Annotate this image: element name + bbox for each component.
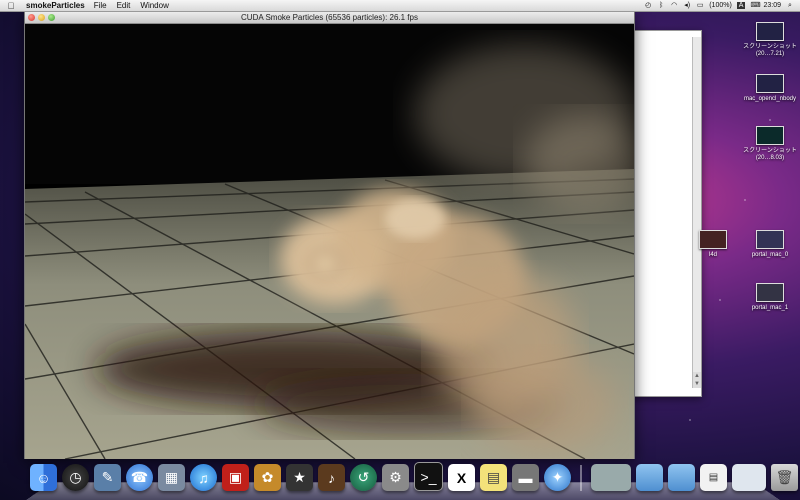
folder-icon[interactable] [636, 464, 663, 491]
document-icon[interactable]: ▤ [700, 464, 727, 491]
smoke-particles-window[interactable]: CUDA Smoke Particles (65536 particles): … [24, 11, 635, 459]
iphoto-icon[interactable]: ✿ [254, 464, 281, 491]
time-machine-icon[interactable]: ◴ [644, 2, 652, 10]
desktop-icon-l4d[interactable]: l4d [681, 230, 745, 259]
desktop-icon-label: l4d [708, 252, 717, 258]
time-machine-icon[interactable]: ↺ [350, 464, 377, 491]
dock-separator [580, 465, 582, 491]
desktop-icon-portal-1[interactable]: portal_mac_1 [738, 283, 800, 312]
desktop-icon-opencl-nbody[interactable]: mac_opencl_nbody [738, 74, 800, 103]
keyboard-icon[interactable]: ⌨ [750, 2, 760, 10]
volume-icon[interactable]: ◂) [683, 2, 691, 10]
trash-icon[interactable]: 🗑 [771, 464, 798, 491]
dashboard-icon[interactable]: ◷ [62, 464, 89, 491]
x11-icon[interactable]: X [448, 464, 475, 491]
battery-icon[interactable]: ▭ [696, 2, 704, 10]
stickies-icon[interactable]: ▤ [480, 464, 507, 491]
scroll-down-icon[interactable]: ▼ [693, 380, 701, 388]
menu-app-name[interactable]: smokeParticles [26, 1, 85, 10]
apple-menu-icon[interactable]:  [4, 1, 18, 11]
menu-file[interactable]: File [94, 1, 107, 10]
screenshot-icon [756, 22, 784, 41]
menu-edit[interactable]: Edit [117, 1, 131, 10]
screenshot-icon [756, 283, 784, 302]
vertical-scrollbar[interactable]: ▲ ▼ [692, 37, 701, 388]
zoom-button[interactable] [48, 14, 55, 21]
imovie-icon[interactable]: ★ [286, 464, 313, 491]
finder-window-icon[interactable] [732, 464, 766, 491]
itunes-icon[interactable]: ♫ [190, 464, 217, 491]
spotlight-icon[interactable]: ⌕ [786, 2, 794, 10]
window-controls [28, 14, 55, 21]
render-viewport[interactable] [25, 24, 634, 459]
close-button[interactable] [28, 14, 35, 21]
app-icon [699, 230, 727, 249]
window-title: CUDA Smoke Particles (65536 particles): … [241, 13, 418, 22]
finder-icon[interactable]: ☺ [30, 464, 57, 491]
bluetooth-icon[interactable]: ᛒ [657, 2, 665, 10]
window-icon[interactable] [591, 464, 631, 491]
desktop-icon-label: mac_opencl_nbody [743, 96, 797, 102]
dock: ☺ ◷ ✎ ☎ ▦ ♫ ▣ ✿ ★ ♪ ↺ ⚙ >_ X ▤ ▬ ✦ ▤ 🗑 [0, 456, 800, 500]
smoke-scene [25, 24, 634, 459]
desktop-icon-label: スクリーンショット (20…8.03) [743, 148, 797, 161]
dock-items: ☺ ◷ ✎ ☎ ▦ ♫ ▣ ✿ ★ ♪ ↺ ⚙ >_ X ▤ ▬ ✦ ▤ 🗑 [30, 462, 798, 491]
desktop-icon-screenshot-1[interactable]: スクリーンショット (20…7.21) [738, 22, 800, 58]
safari-icon[interactable]: ✦ [544, 464, 571, 491]
photo-booth-icon[interactable]: ▣ [222, 464, 249, 491]
desktop-icon-label: portal_mac_0 [751, 252, 789, 258]
input-menu[interactable]: A [736, 2, 746, 9]
ichat-icon[interactable]: ☎ [126, 464, 153, 491]
menu-extras: ◴ ᛒ ◠ ◂) ▭ (100%) A ⌨ 23:09 ⌕ [644, 0, 794, 11]
system-preferences-icon[interactable]: ⚙ [382, 464, 409, 491]
menu-bar:  smokeParticles File Edit Window ◴ ᛒ ◠ … [0, 0, 800, 12]
window-titlebar[interactable]: CUDA Smoke Particles (65536 particles): … [25, 12, 634, 24]
preview-icon[interactable]: ✎ [94, 464, 121, 491]
drive-icon[interactable]: ▬ [512, 464, 539, 491]
wifi-icon[interactable]: ◠ [670, 2, 678, 10]
screenshot-icon [756, 230, 784, 249]
desktop-icon-label: スクリーンショット (20…7.21) [743, 44, 797, 57]
garageband-icon[interactable]: ♪ [318, 464, 345, 491]
folder-icon[interactable] [668, 464, 695, 491]
menu-window[interactable]: Window [140, 1, 168, 10]
iphoto-slides-icon[interactable]: ▦ [158, 464, 185, 491]
clock[interactable]: 23:09 [763, 2, 781, 9]
desktop-icon-label: portal_mac_1 [751, 305, 789, 311]
terminal-icon[interactable]: >_ [414, 462, 443, 491]
screenshot-icon [756, 126, 784, 145]
desktop-icon-screenshot-2[interactable]: スクリーンショット (20…8.03) [738, 126, 800, 162]
desktop-icon-portal-0[interactable]: portal_mac_0 [738, 230, 800, 259]
battery-percent[interactable]: (100%) [709, 2, 732, 9]
minimize-button[interactable] [38, 14, 45, 21]
scroll-up-icon[interactable]: ▲ [693, 372, 701, 380]
app-icon [756, 74, 784, 93]
